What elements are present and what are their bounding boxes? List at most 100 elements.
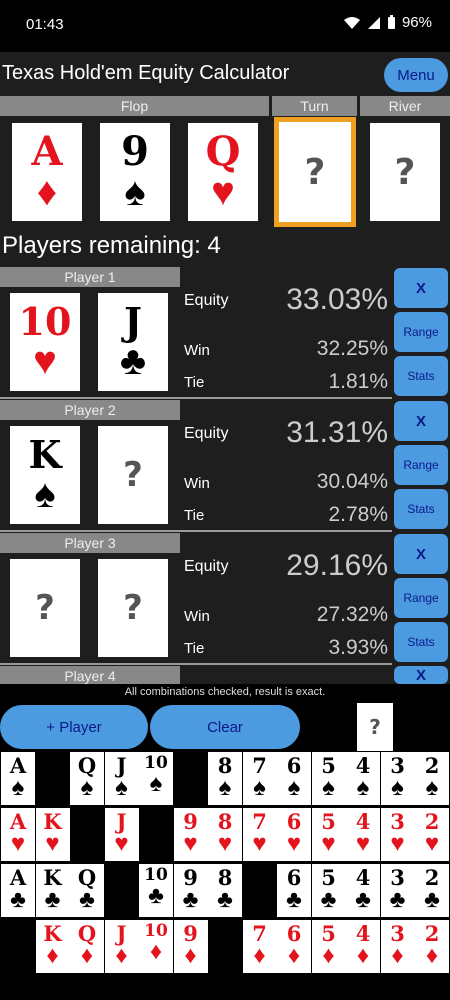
deck-card-suit-icon: ♥ — [286, 830, 302, 857]
status-icons: 96% — [343, 14, 432, 31]
deck-card-rank: 2 — [424, 753, 440, 778]
player-hole-card[interactable]: ? — [98, 426, 168, 524]
deck-card[interactable]: 4 ♣ — [346, 864, 380, 917]
remove-player-button[interactable]: X — [394, 534, 448, 574]
deck-card[interactable]: 4 ♠ — [346, 752, 380, 805]
deck-card[interactable]: 9 ♣ — [173, 864, 208, 917]
deck-card[interactable]: 9 ♥ — [173, 808, 208, 861]
deck-card[interactable]: 9 ♦ — [173, 920, 208, 973]
deck-card[interactable]: 10 ♦ — [139, 920, 173, 973]
deck-card-rank: Q — [77, 753, 97, 778]
deck-card[interactable]: 2 ♦ — [415, 920, 449, 973]
deck-card-suit-icon: ♣ — [148, 882, 164, 909]
deck-card[interactable]: 10 ♣ — [139, 864, 173, 917]
player-divider — [0, 397, 392, 399]
player-divider — [0, 663, 392, 665]
deck-card[interactable]: K ♣ — [35, 864, 70, 917]
deck-card-rank: 9 — [183, 921, 198, 946]
remove-player-button[interactable]: X — [394, 401, 448, 441]
player-hole-card[interactable]: ? — [10, 559, 80, 657]
deck-card[interactable]: 4 ♦ — [346, 920, 380, 973]
deck-card[interactable]: 2 ♣ — [415, 864, 449, 917]
card-suit-icon: ♠ — [124, 170, 146, 214]
stats-button[interactable]: Stats — [394, 356, 448, 396]
board-card-1[interactable]: A ♦ — [12, 123, 82, 221]
board-card-5[interactable]: ? — [370, 123, 440, 221]
deck-card[interactable]: 10 ♠ — [139, 752, 173, 805]
turn-label: Turn — [272, 96, 357, 116]
deck-card[interactable]: 5 ♥ — [311, 808, 346, 861]
deck-card[interactable]: 8 ♥ — [208, 808, 242, 861]
deck-card-suit-icon: ♥ — [321, 830, 336, 857]
deck-card[interactable]: A ♥ — [1, 808, 35, 861]
board-card-3[interactable]: Q ♥ — [188, 123, 258, 221]
players-remaining: Players remaining: 4 — [2, 232, 221, 259]
deck-card[interactable]: K ♦ — [35, 920, 70, 973]
deck-card-suit-icon: ♦ — [425, 942, 439, 969]
deck-card[interactable]: 2 ♠ — [415, 752, 449, 805]
deck-card-rank: 3 — [390, 809, 405, 834]
win-label: Win — [184, 342, 210, 359]
deck-card[interactable]: 6 ♣ — [277, 864, 311, 917]
win-label: Win — [184, 608, 210, 625]
deck-card[interactable]: Q ♠ — [70, 752, 104, 805]
board-card-2[interactable]: 9 ♠ — [100, 123, 170, 221]
selected-card-slot[interactable]: ? — [357, 703, 393, 751]
deck-card[interactable]: 7 ♥ — [242, 808, 277, 861]
remove-player-button[interactable]: X — [394, 666, 448, 684]
deck-card[interactable]: 2 ♥ — [415, 808, 449, 861]
deck-card[interactable]: 3 ♦ — [380, 920, 415, 973]
deck-card[interactable]: Q ♣ — [70, 864, 104, 917]
deck-card[interactable]: 5 ♦ — [311, 920, 346, 973]
deck-card-rank: 4 — [355, 809, 371, 834]
status-time: 01:43 — [26, 16, 64, 33]
deck-card-rank: 3 — [390, 921, 405, 946]
deck-card[interactable]: A ♠ — [1, 752, 35, 805]
card-rank: Q — [205, 128, 241, 175]
card-rank: ? — [123, 588, 143, 628]
board-card-4[interactable]: ? — [274, 117, 356, 227]
deck-card[interactable]: A ♣ — [1, 864, 35, 917]
deck-card-suit-icon: ♠ — [149, 770, 163, 797]
range-button[interactable]: Range — [394, 445, 448, 485]
deck-card[interactable]: 6 ♦ — [277, 920, 311, 973]
menu-button[interactable]: Menu — [384, 58, 448, 92]
remove-player-button[interactable]: X — [394, 268, 448, 308]
deck-card[interactable]: 4 ♥ — [346, 808, 380, 861]
deck-card[interactable]: 6 ♥ — [277, 808, 311, 861]
add-player-button[interactable]: + Player — [0, 705, 148, 749]
deck-card-rank: 6 — [286, 865, 302, 890]
deck-card[interactable]: 5 ♣ — [311, 864, 346, 917]
clear-button[interactable]: Clear — [150, 705, 300, 749]
player-hole-card[interactable]: 10 ♥ — [10, 293, 80, 391]
deck-card[interactable]: 5 ♠ — [311, 752, 346, 805]
deck-card[interactable]: 8 ♠ — [208, 752, 242, 805]
deck-card[interactable]: 3 ♣ — [380, 864, 415, 917]
deck-card[interactable]: 7 ♦ — [242, 920, 277, 973]
player-hole-card[interactable]: J ♣ — [98, 293, 168, 391]
stats-button[interactable]: Stats — [394, 489, 448, 529]
deck-card[interactable]: 6 ♠ — [277, 752, 311, 805]
deck-card[interactable]: Q ♦ — [70, 920, 104, 973]
win-value: 30.04% — [316, 470, 388, 493]
deck-card-suit-icon: ♥ — [217, 830, 233, 857]
equity-label: Equity — [184, 292, 229, 309]
range-button[interactable]: Range — [394, 312, 448, 352]
stats-button[interactable]: Stats — [394, 622, 448, 662]
range-button[interactable]: Range — [394, 578, 448, 618]
river-label: River — [360, 96, 450, 116]
deck-card[interactable]: 8 ♣ — [208, 864, 242, 917]
deck-card[interactable]: J ♠ — [104, 752, 139, 805]
deck-card[interactable]: K ♥ — [35, 808, 70, 861]
deck-card-rank: 4 — [355, 753, 371, 778]
player-hole-card[interactable]: ? — [98, 559, 168, 657]
equity-value: 33.03% — [286, 283, 388, 316]
deck-card-rank: 6 — [286, 809, 302, 834]
deck-card[interactable]: 3 ♠ — [380, 752, 415, 805]
deck-card[interactable]: J ♥ — [104, 808, 139, 861]
deck-card[interactable]: 3 ♥ — [380, 808, 415, 861]
deck-card-rank: A — [9, 809, 27, 834]
deck-card[interactable]: 7 ♠ — [242, 752, 277, 805]
player-hole-card[interactable]: K ♠ — [10, 426, 80, 524]
deck-card[interactable]: J ♦ — [104, 920, 139, 973]
